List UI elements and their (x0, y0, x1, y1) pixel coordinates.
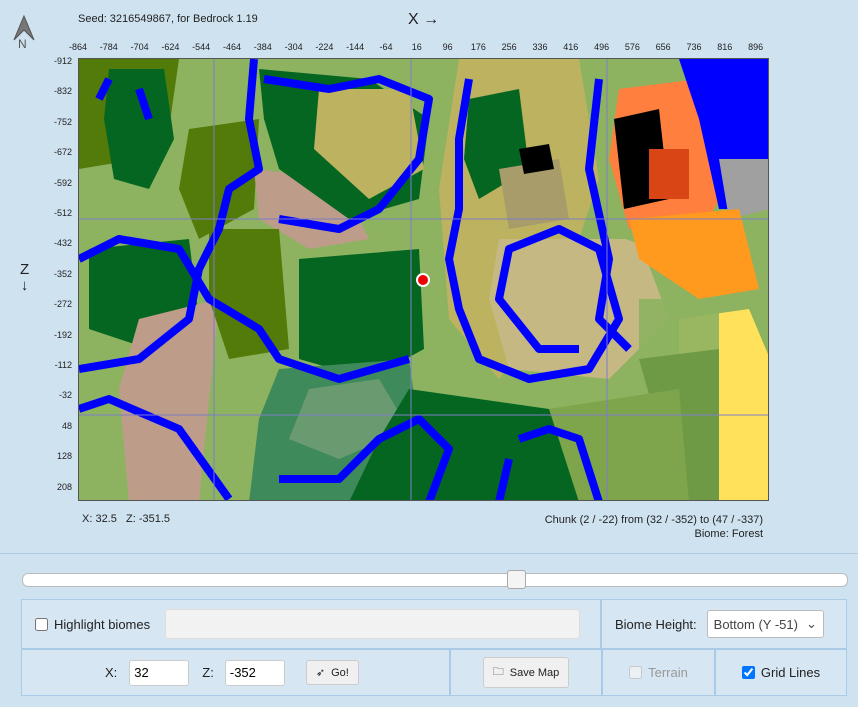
z-tick-label: -352 (53, 268, 72, 279)
terrain-checkbox[interactable] (629, 666, 643, 679)
z-tick-label: 128 (56, 451, 72, 462)
height-slider-track[interactable] (22, 573, 848, 587)
location-marker (416, 273, 430, 287)
z-tick-label: 48 (61, 420, 72, 431)
z-axis-label: Z ↓ (20, 262, 29, 294)
z-tick-label: -192 (53, 329, 72, 340)
gridlines-panel: Grid Lines (715, 649, 847, 696)
z-tick-label: -432 (53, 238, 72, 249)
grid-lines-checkbox[interactable] (741, 666, 755, 679)
compass-label: N (18, 37, 27, 51)
z-tick-label: 208 (56, 481, 72, 492)
biome-map[interactable] (78, 58, 769, 501)
z-label: Z: (202, 665, 214, 680)
go-label: Go! (331, 666, 349, 679)
seed-text: Seed: 3216549867, for Bedrock 1.19 (78, 13, 258, 25)
go-button[interactable]: ➶ Go! (305, 660, 359, 685)
cursor-z: Z: -351.5 (126, 513, 171, 525)
biome-text: Biome: Forest (694, 528, 763, 540)
x-axis-label: X → (408, 11, 440, 28)
save-map-label: Save Map (509, 666, 560, 679)
save-map-button[interactable]: 🗀 Save Map (482, 657, 570, 688)
z-tick-label: -592 (53, 177, 72, 188)
z-tick-label: -272 (53, 299, 72, 310)
biome-select-box[interactable] (165, 609, 581, 639)
z-axis-letter: Z (20, 261, 30, 278)
cursor-coords: X: 32.5 Z: -351.5 (82, 513, 170, 525)
height-slider-thumb[interactable] (507, 570, 527, 589)
z-tick-label: -112 (54, 360, 72, 370)
terrain-panel: Terrain (602, 649, 715, 696)
z-tick-label: -32 (58, 390, 72, 401)
goto-panel: X: Z: ➶ Go! (21, 649, 450, 696)
folder-icon: 🗀 (492, 666, 504, 678)
biome-height-label: Biome Height: (615, 616, 697, 632)
z-tick-label: -672 (53, 147, 72, 158)
biome-height-select[interactable]: Bottom (Y -51) ⌄ (706, 610, 824, 638)
biome-height-panel: Biome Height: Bottom (Y -51) ⌄ (601, 599, 847, 649)
highlight-biomes-checkbox[interactable] (35, 617, 48, 631)
z-axis-arrow: ↓ (20, 277, 29, 294)
chevron-down-icon: ⌄ (805, 616, 817, 631)
biome-height-value: Bottom (Y -51) (713, 616, 798, 632)
highlight-biomes-label: Highlight biomes (54, 616, 151, 632)
divider (0, 553, 858, 554)
go-icon: ➶ (315, 667, 326, 679)
chunk-info: Chunk (2 / -22) from (32 / -352) to (47 … (545, 513, 763, 541)
x-input[interactable] (129, 659, 190, 686)
highlight-panel: Highlight biomes (21, 599, 601, 649)
x-tick-label: 896 (748, 42, 764, 52)
z-tick-label: -912 (53, 56, 72, 66)
terrain-label: Terrain (648, 665, 688, 680)
grid-lines-label: Grid Lines (760, 665, 821, 680)
z-tick-label: -752 (53, 116, 72, 127)
z-tick-label: -512 (53, 208, 72, 218)
save-panel: 🗀 Save Map (450, 649, 602, 696)
x-label: X: (105, 665, 118, 680)
chunk-text: Chunk (2 / -22) from (32 / -352) to (47 … (544, 514, 763, 526)
z-input[interactable] (224, 659, 285, 686)
z-tick-label: -832 (53, 86, 72, 97)
cursor-x: X: 32.5 (82, 513, 117, 525)
